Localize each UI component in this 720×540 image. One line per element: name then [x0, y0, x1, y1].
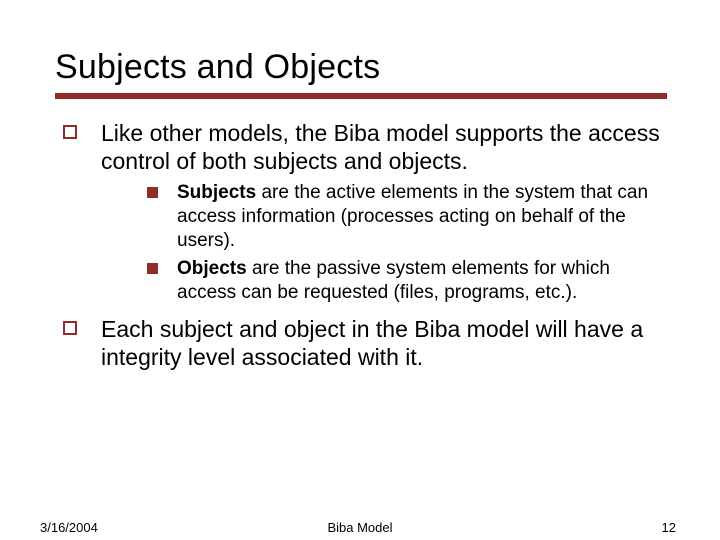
- title-underline: [55, 93, 667, 99]
- term-subjects: Subjects: [177, 182, 256, 203]
- slide: Subjects and Objects Like other models, …: [0, 0, 720, 540]
- term-objects: Objects: [177, 258, 247, 279]
- list-item: Objects are the passive system elements …: [143, 257, 666, 305]
- list-item: Subjects are the active elements in the …: [143, 181, 666, 253]
- footer-page-number: 12: [662, 520, 676, 535]
- bullet-list: Like other models, the Biba model suppor…: [55, 119, 670, 371]
- bullet-text: Like other models, the Biba model suppor…: [101, 120, 660, 174]
- slide-title: Subjects and Objects: [55, 48, 670, 87]
- list-item: Like other models, the Biba model suppor…: [57, 119, 666, 305]
- bullet-text: Each subject and object in the Biba mode…: [101, 316, 643, 370]
- footer-title: Biba Model: [0, 520, 720, 535]
- list-item: Each subject and object in the Biba mode…: [57, 315, 666, 371]
- sub-bullet-list: Subjects are the active elements in the …: [101, 181, 666, 305]
